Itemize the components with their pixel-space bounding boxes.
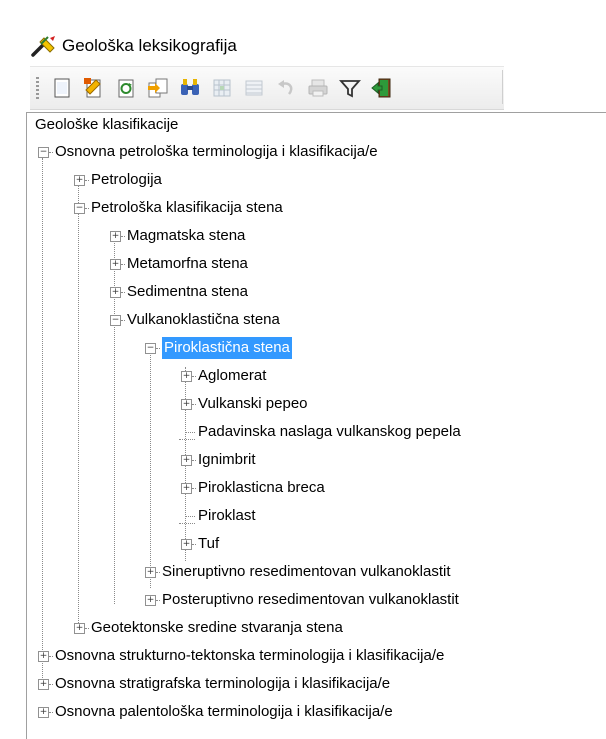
tree-item[interactable]: Ignimbrit: [198, 449, 256, 471]
blank-document-icon: [54, 78, 70, 98]
tree-line: [150, 351, 151, 588]
tree-expander-collapse[interactable]: −: [38, 147, 49, 158]
tree-item[interactable]: Petrološka klasifikacija stena: [91, 197, 283, 219]
app-window: Geološka leksikografija Geološke klasifi…: [0, 0, 606, 739]
tree-line: [156, 600, 160, 601]
tree-item[interactable]: Sineruptivno resedimentovan vulkanoklast…: [162, 561, 451, 583]
tree-item[interactable]: Osnovna palentološka terminologija i kla…: [55, 701, 393, 723]
tree-line: [185, 432, 195, 433]
tree-item[interactable]: Metamorfna stena: [127, 253, 248, 275]
tree-item[interactable]: Petrologija: [91, 169, 162, 191]
tree-expander-collapse[interactable]: −: [74, 203, 85, 214]
tree-item[interactable]: Sedimentna stena: [127, 281, 248, 303]
tree-line: [185, 516, 195, 517]
find-button[interactable]: [176, 74, 204, 102]
tree-expander-expand[interactable]: +: [110, 287, 121, 298]
tree-line: [121, 236, 125, 237]
toolbar: [30, 66, 504, 110]
tree-item[interactable]: Padavinska naslaga vulkanskog pepela: [198, 421, 461, 443]
tree-root[interactable]: Geološke klasifikacije: [35, 114, 178, 136]
filter-icon: [339, 80, 361, 98]
tree-item[interactable]: Osnovna petrološka terminologija i klasi…: [55, 141, 378, 163]
undo-icon: [278, 80, 293, 95]
toolbar-grip[interactable]: [36, 77, 39, 99]
tree-expander-expand[interactable]: +: [181, 483, 192, 494]
tree-expander-expand[interactable]: +: [181, 455, 192, 466]
tree-item[interactable]: Vulkanoklastična stena: [127, 309, 280, 331]
tree-line: [121, 292, 125, 293]
tree-expander-expand[interactable]: +: [110, 259, 121, 270]
tree-expander-expand[interactable]: +: [74, 623, 85, 634]
tree-line: [192, 488, 196, 489]
grid-icon: [213, 79, 231, 97]
refresh-icon: [118, 79, 134, 98]
tree-item[interactable]: Vulkanski pepeo: [198, 393, 308, 415]
tree-item[interactable]: Geotektonske sredine stvaranja stena: [91, 617, 343, 639]
tree-item[interactable]: Aglomerat: [198, 365, 266, 387]
new-button[interactable]: [48, 74, 76, 102]
title-bar: Geološka leksikografija: [0, 0, 606, 60]
table-icon: [245, 80, 263, 96]
filter-button[interactable]: [336, 74, 364, 102]
tree-line: [179, 523, 195, 524]
tree-line: [85, 628, 89, 629]
tree-expander-collapse[interactable]: −: [145, 343, 156, 354]
tree-item[interactable]: Piroklasticna breca: [198, 477, 325, 499]
exit-door-icon: [371, 78, 391, 98]
wrench-pen-icon: [31, 36, 55, 57]
undo-button[interactable]: [272, 74, 300, 102]
tree-line: [78, 185, 79, 631]
tree-line: [49, 712, 53, 713]
tree-expander-expand[interactable]: +: [181, 371, 192, 382]
tree-expander-expand[interactable]: +: [110, 231, 121, 242]
tree-item-selected[interactable]: Piroklastična stena: [162, 337, 292, 359]
exit-button[interactable]: [368, 74, 396, 102]
tree-item[interactable]: Posteruptivno resedimentovan vulkanoklas…: [162, 589, 459, 611]
tree-item[interactable]: Osnovna stratigrafska terminologija i kl…: [55, 673, 390, 695]
tree-expander-expand[interactable]: +: [145, 595, 156, 606]
tree-line: [121, 264, 125, 265]
tree-expander-expand[interactable]: +: [145, 567, 156, 578]
tree-line: [42, 158, 43, 686]
binoculars-icon: [181, 79, 199, 95]
tree-line: [49, 684, 53, 685]
tree-expander-expand[interactable]: +: [38, 679, 49, 690]
tree-expander-expand[interactable]: +: [181, 399, 192, 410]
tree-line: [121, 320, 125, 321]
edit-button[interactable]: [80, 74, 108, 102]
toolbar-end-separator: [502, 70, 503, 104]
tree-line: [85, 208, 89, 209]
tree-item[interactable]: Piroklast: [198, 505, 256, 527]
tree-line: [192, 376, 196, 377]
tree-line: [49, 656, 53, 657]
tree-line: [85, 180, 89, 181]
window-title: Geološka leksikografija: [62, 36, 237, 55]
copy-button[interactable]: [144, 74, 172, 102]
tree-expander-expand[interactable]: +: [181, 539, 192, 550]
tree-line: [156, 348, 160, 349]
printer-icon: [308, 79, 328, 97]
tree-item[interactable]: Osnovna strukturno-tektonska terminologi…: [55, 645, 444, 667]
tree-expander-expand[interactable]: +: [74, 175, 85, 186]
edit-document-icon: [84, 78, 101, 98]
tree-item[interactable]: Magmatska stena: [127, 225, 245, 247]
tree-item[interactable]: Tuf: [198, 533, 219, 555]
tree-expander-expand[interactable]: +: [38, 707, 49, 718]
tree-line: [49, 152, 53, 153]
refresh-button[interactable]: [112, 74, 140, 102]
tree-line: [156, 572, 160, 573]
tree-line: [192, 404, 196, 405]
table-button[interactable]: [240, 74, 268, 102]
print-button[interactable]: [304, 74, 332, 102]
tree-line: [192, 544, 196, 545]
grid-button[interactable]: [208, 74, 236, 102]
tree-line: [192, 460, 196, 461]
tree-line: [179, 439, 195, 440]
tree-expander-collapse[interactable]: −: [110, 315, 121, 326]
copy-icon: [148, 78, 168, 98]
tree-expander-expand[interactable]: +: [38, 651, 49, 662]
classification-tree[interactable]: Geološke klasifikacije − Osnovna petrološ…: [26, 112, 606, 739]
